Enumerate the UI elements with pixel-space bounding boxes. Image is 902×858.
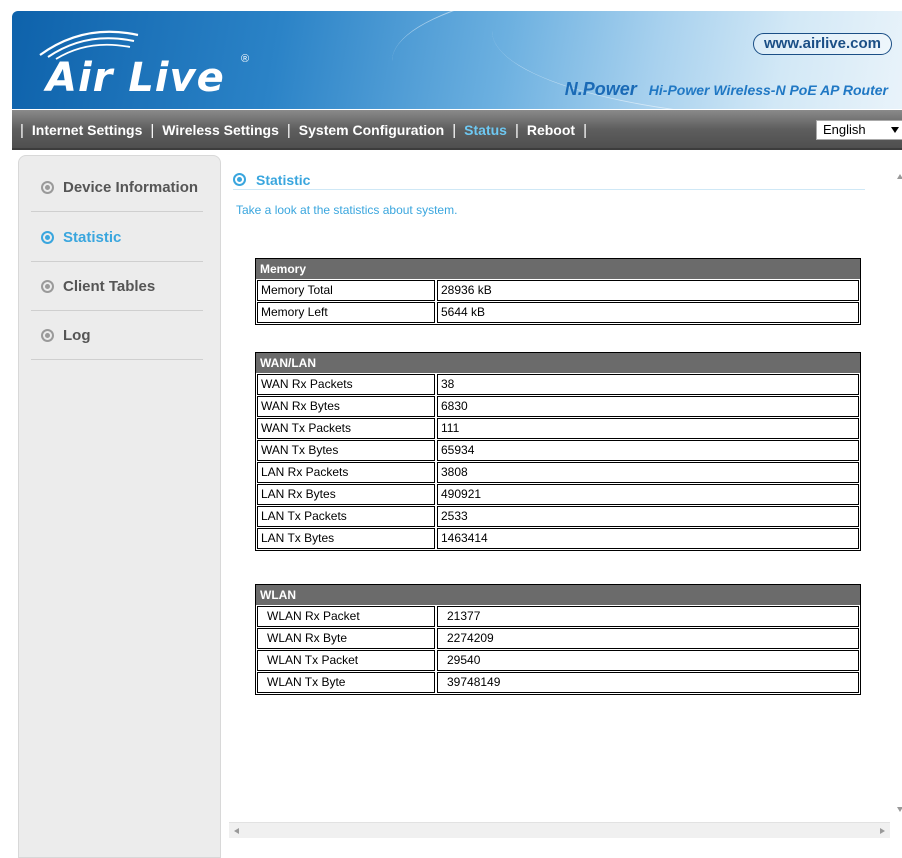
row-label: LAN Rx Bytes [257, 484, 435, 505]
row-label: LAN Tx Packets [257, 506, 435, 527]
row-label: WAN Rx Bytes [257, 396, 435, 417]
header-banner: Air Live ® www.airlive.com N.Power Hi-Pow… [12, 11, 902, 109]
wlan-table: WLAN WLAN Rx Packet 21377 WLAN Rx Byte 2… [255, 584, 861, 695]
nav-item-status[interactable]: Status [464, 122, 507, 138]
table-row: WAN Tx Bytes 65934 [256, 439, 860, 461]
nav-item-reboot[interactable]: Reboot [527, 122, 575, 138]
sidebar-item-label: Device Information [63, 179, 199, 196]
table-header: WLAN [256, 585, 860, 605]
row-value: 29540 [437, 650, 859, 671]
sidebar-item-client-tables[interactable]: Client Tables [31, 263, 203, 311]
radio-bullet-icon [41, 329, 54, 342]
row-value: 3808 [437, 462, 859, 483]
row-label: WAN Tx Bytes [257, 440, 435, 461]
nav-separator: | [150, 121, 155, 139]
row-label: WLAN Tx Byte [257, 672, 435, 693]
sidebar-item-statistic[interactable]: Statistic [31, 214, 203, 262]
row-label: WAN Tx Packets [257, 418, 435, 439]
row-value: 5644 kB [437, 302, 859, 323]
table-header: WAN/LAN [256, 353, 860, 373]
page-description: Take a look at the statistics about syst… [236, 203, 458, 217]
radio-bullet-icon [41, 231, 54, 244]
table-row: LAN Tx Packets 2533 [256, 505, 860, 527]
sidebar-item-device-information[interactable]: Device Information [31, 164, 203, 212]
table-row: LAN Rx Bytes 490921 [256, 483, 860, 505]
sidebar-item-label: Log [63, 327, 91, 344]
nav-item-internet-settings[interactable]: Internet Settings [32, 122, 142, 138]
row-value: 39748149 [437, 672, 859, 693]
nav-separator: | [452, 121, 457, 139]
nav-separator: | [514, 121, 519, 139]
table-row: WAN Rx Bytes 6830 [256, 395, 860, 417]
sidebar-item-log[interactable]: Log [31, 312, 203, 360]
row-value: 65934 [437, 440, 859, 461]
radio-bullet-icon [41, 181, 54, 194]
product-brand: N.Power [564, 79, 637, 99]
row-label: LAN Tx Bytes [257, 528, 435, 549]
row-label: WAN Rx Packets [257, 374, 435, 395]
scroll-left-icon[interactable] [234, 828, 239, 834]
nav-item-system-configuration[interactable]: System Configuration [299, 122, 444, 138]
vertical-scrollbar[interactable] [866, 162, 902, 812]
table-row: LAN Tx Bytes 1463414 [256, 527, 860, 550]
row-value: 2533 [437, 506, 859, 527]
scroll-down-icon[interactable] [897, 807, 902, 812]
nav-menu: | Internet Settings | Wireless Settings … [12, 110, 595, 150]
memory-table: Memory Memory Total 28936 kB Memory Left… [255, 258, 861, 325]
row-label: WLAN Rx Byte [257, 628, 435, 649]
nav-separator: | [583, 121, 587, 139]
row-value: 6830 [437, 396, 859, 417]
product-description: Hi-Power Wireless-N PoE AP Router [648, 82, 888, 98]
product-title: N.Power Hi-Power Wireless-N PoE AP Router [565, 79, 888, 100]
sidebar: Device Information Statistic Client Tabl… [18, 155, 221, 858]
row-value: 38 [437, 374, 859, 395]
logo-text: Air Live [46, 55, 225, 101]
table-row: WLAN Tx Packet 29540 [256, 649, 860, 671]
airlive-logo: Air Live ® [34, 25, 264, 101]
website-link[interactable]: www.airlive.com [753, 33, 892, 55]
table-row: WLAN Tx Byte 39748149 [256, 671, 860, 694]
dropdown-arrow-icon [891, 127, 899, 133]
row-value: 21377 [437, 606, 859, 627]
row-value: 490921 [437, 484, 859, 505]
registered-mark: ® [241, 53, 250, 65]
table-row: WAN Tx Packets 111 [256, 417, 860, 439]
table-header: Memory [256, 259, 860, 279]
top-nav-bar: | Internet Settings | Wireless Settings … [12, 110, 902, 150]
row-value: 2274209 [437, 628, 859, 649]
row-label: Memory Total [257, 280, 435, 301]
table-row: LAN Rx Packets 3808 [256, 461, 860, 483]
horizontal-scrollbar[interactable] [229, 822, 890, 838]
row-label: Memory Left [257, 302, 435, 323]
nav-separator: | [286, 121, 291, 139]
table-row: Memory Left 5644 kB [256, 301, 860, 324]
row-label: WLAN Tx Packet [257, 650, 435, 671]
wanlan-table: WAN/LAN WAN Rx Packets 38 WAN Rx Bytes 6… [255, 352, 861, 551]
row-label: WLAN Rx Packet [257, 606, 435, 627]
sidebar-item-label: Client Tables [63, 278, 156, 295]
language-value: English [823, 122, 866, 137]
section-header: Statistic [233, 170, 865, 190]
nav-item-wireless-settings[interactable]: Wireless Settings [162, 122, 279, 138]
row-label: LAN Rx Packets [257, 462, 435, 483]
radio-bullet-icon [233, 173, 246, 186]
scroll-up-icon[interactable] [897, 174, 902, 179]
table-row: WAN Rx Packets 38 [256, 373, 860, 395]
table-row: WLAN Rx Packet 21377 [256, 605, 860, 627]
table-row: WLAN Rx Byte 2274209 [256, 627, 860, 649]
sidebar-item-label: Statistic [63, 229, 122, 246]
row-value: 1463414 [437, 528, 859, 549]
scroll-right-icon[interactable] [880, 828, 885, 834]
table-row: Memory Total 28936 kB [256, 279, 860, 301]
main-content: Statistic Take a look at the statistics … [221, 152, 902, 856]
nav-separator: | [20, 121, 24, 139]
page-title: Statistic [256, 171, 311, 188]
language-select[interactable]: English [816, 120, 902, 140]
row-value: 111 [437, 418, 859, 439]
row-value: 28936 kB [437, 280, 859, 301]
radio-bullet-icon [41, 280, 54, 293]
